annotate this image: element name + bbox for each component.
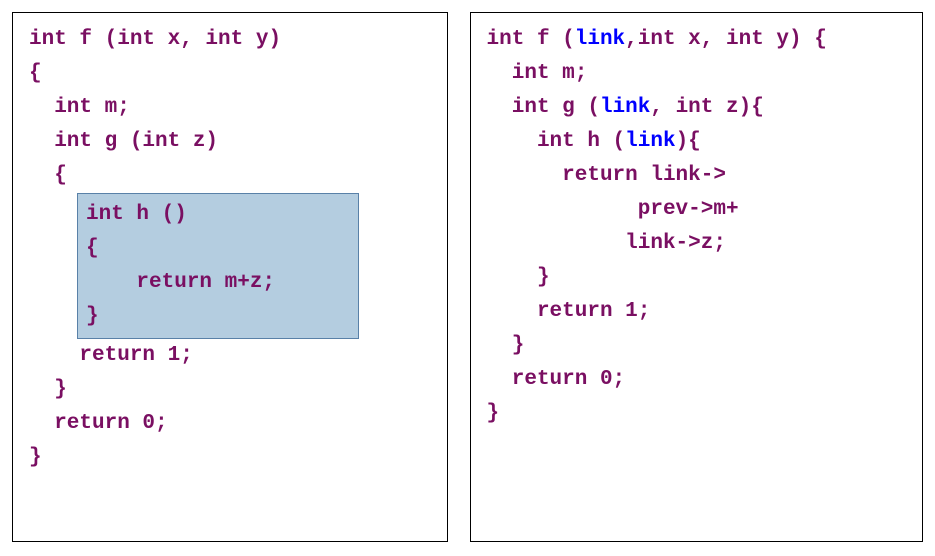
code-line: int h (link){ — [487, 125, 910, 159]
code-line: int m; — [487, 57, 910, 91]
code-line: return m+z; — [86, 266, 350, 300]
code-text: int g ( — [487, 96, 600, 119]
left-code-panel: int f (int x, int y) { int m; int g (int… — [12, 12, 448, 542]
code-line: { — [86, 232, 350, 266]
code-line: return 0; — [487, 363, 910, 397]
code-line: { — [29, 57, 435, 91]
code-panels: int f (int x, int y) { int m; int g (int… — [12, 12, 923, 542]
code-text: , int z){ — [650, 96, 763, 119]
link-keyword: link — [625, 130, 675, 153]
code-line: prev->m+ — [487, 193, 910, 227]
link-keyword: link — [575, 28, 625, 51]
code-line: int m; — [29, 91, 435, 125]
code-line: return link-> — [487, 159, 910, 193]
code-line: int h () — [86, 198, 350, 232]
code-line: } — [86, 300, 350, 334]
code-line: } — [29, 441, 435, 475]
code-line: { — [29, 159, 435, 193]
code-text: int f ( — [487, 28, 575, 51]
code-line: return 0; — [29, 407, 435, 441]
code-line: } — [487, 329, 910, 363]
code-line: } — [487, 397, 910, 431]
code-line: } — [487, 261, 910, 295]
code-line: int g (link, int z){ — [487, 91, 910, 125]
code-line: int f (link,int x, int y) { — [487, 23, 910, 57]
code-line: return 1; — [29, 339, 435, 373]
code-text: ){ — [676, 130, 701, 153]
code-line: link->z; — [487, 227, 910, 261]
highlight-box: int h () { return m+z; } — [77, 193, 359, 339]
code-text: ,int x, int y) { — [625, 28, 827, 51]
code-line: int f (int x, int y) — [29, 23, 435, 57]
link-keyword: link — [600, 96, 650, 119]
right-code-panel: int f (link,int x, int y) { int m; int g… — [470, 12, 923, 542]
code-line: int g (int z) — [29, 125, 435, 159]
code-line: } — [29, 373, 435, 407]
code-text: int h ( — [487, 130, 626, 153]
code-line: return 1; — [487, 295, 910, 329]
